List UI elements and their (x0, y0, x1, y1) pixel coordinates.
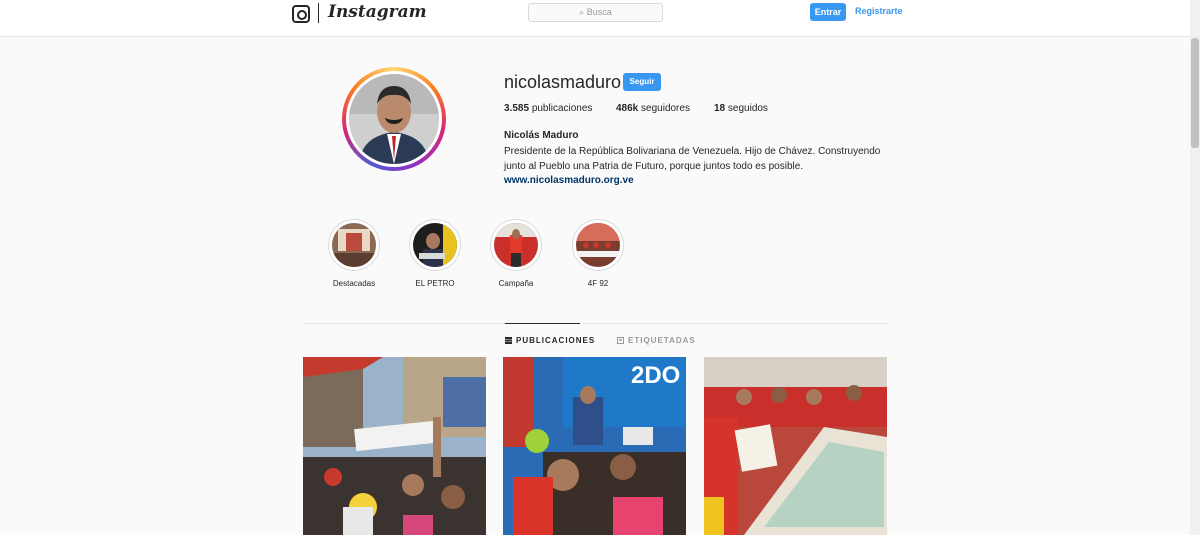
signup-link[interactable]: Registrarte (855, 6, 903, 16)
tab-etiquetadas[interactable]: ETIQUETADAS (617, 336, 696, 345)
profile-username: nicolasmaduro (504, 72, 622, 92)
following-count: 18 (714, 103, 726, 114)
active-tab-indicator (505, 323, 580, 324)
highlight-thumbnail (413, 223, 457, 267)
profile-website-link[interactable]: www.nicolasmaduro.org.ve (504, 175, 634, 186)
login-button[interactable]: Entrar (810, 3, 846, 21)
profile-full-name: Nicolás Maduro (504, 130, 579, 141)
search-input[interactable]: ⌕ Busca (528, 3, 663, 22)
top-navigation-bar: Instagram ⌕ Busca Entrar Registrarte (0, 0, 1190, 37)
tab-label: PUBLICACIONES (516, 336, 596, 345)
highlight-el-petro[interactable] (409, 219, 461, 271)
post-thumbnail[interactable] (704, 357, 887, 535)
highlight-4f92[interactable] (572, 219, 624, 271)
bio-line: Presidente de la República Bolivariana d… (504, 146, 881, 157)
highlight-label: EL PETRO (415, 279, 455, 288)
highlight-thumbnail (332, 223, 376, 267)
highlight-thumbnail (494, 223, 538, 267)
profile-bio: Presidente de la República Bolivariana d… (504, 144, 884, 174)
instagram-camera-icon[interactable] (292, 5, 310, 23)
grid-icon (505, 337, 512, 344)
follow-button[interactable]: Seguir (623, 73, 661, 91)
instagram-wordmark[interactable]: Instagram (328, 2, 427, 22)
posts-label: publicaciones (531, 103, 593, 114)
avatar (349, 74, 439, 164)
post-thumbnail[interactable] (303, 357, 486, 535)
highlight-thumbnail (576, 223, 620, 267)
post-overlay-text: 2DO A CARN (631, 362, 686, 389)
following-label: seguidos (727, 103, 768, 114)
highlight-destacadas[interactable] (328, 219, 380, 271)
followers-label: seguidores (641, 103, 690, 114)
followers-count: 486k (616, 103, 639, 114)
bio-line: junto al Pueblo una Patria de Futuro, po… (504, 161, 804, 172)
highlight-label: Campaña (498, 279, 534, 288)
search-placeholder: Busca (586, 7, 612, 17)
posts-count: 3.585 (504, 103, 530, 114)
tab-publicaciones[interactable]: PUBLICACIONES (505, 336, 595, 345)
logo-divider (318, 3, 319, 23)
post-thumbnail[interactable]: 2DO A CARN (503, 357, 686, 535)
followers-stat[interactable]: 486k seguidores (616, 103, 690, 114)
highlight-label: Destacadas (332, 279, 376, 288)
highlight-campana[interactable] (490, 219, 542, 271)
tabs-divider (303, 323, 887, 324)
following-stat[interactable]: 18 seguidos (714, 103, 768, 114)
posts-count-stat: 3.585 publicaciones (504, 103, 592, 114)
tagged-icon (617, 337, 624, 344)
scrollbar-thumb[interactable] (1191, 38, 1199, 148)
tab-label: ETIQUETADAS (628, 336, 696, 345)
profile-avatar-story-ring[interactable] (342, 67, 446, 171)
search-icon: ⌕ (579, 7, 585, 17)
highlight-label: 4F 92 (587, 279, 609, 288)
